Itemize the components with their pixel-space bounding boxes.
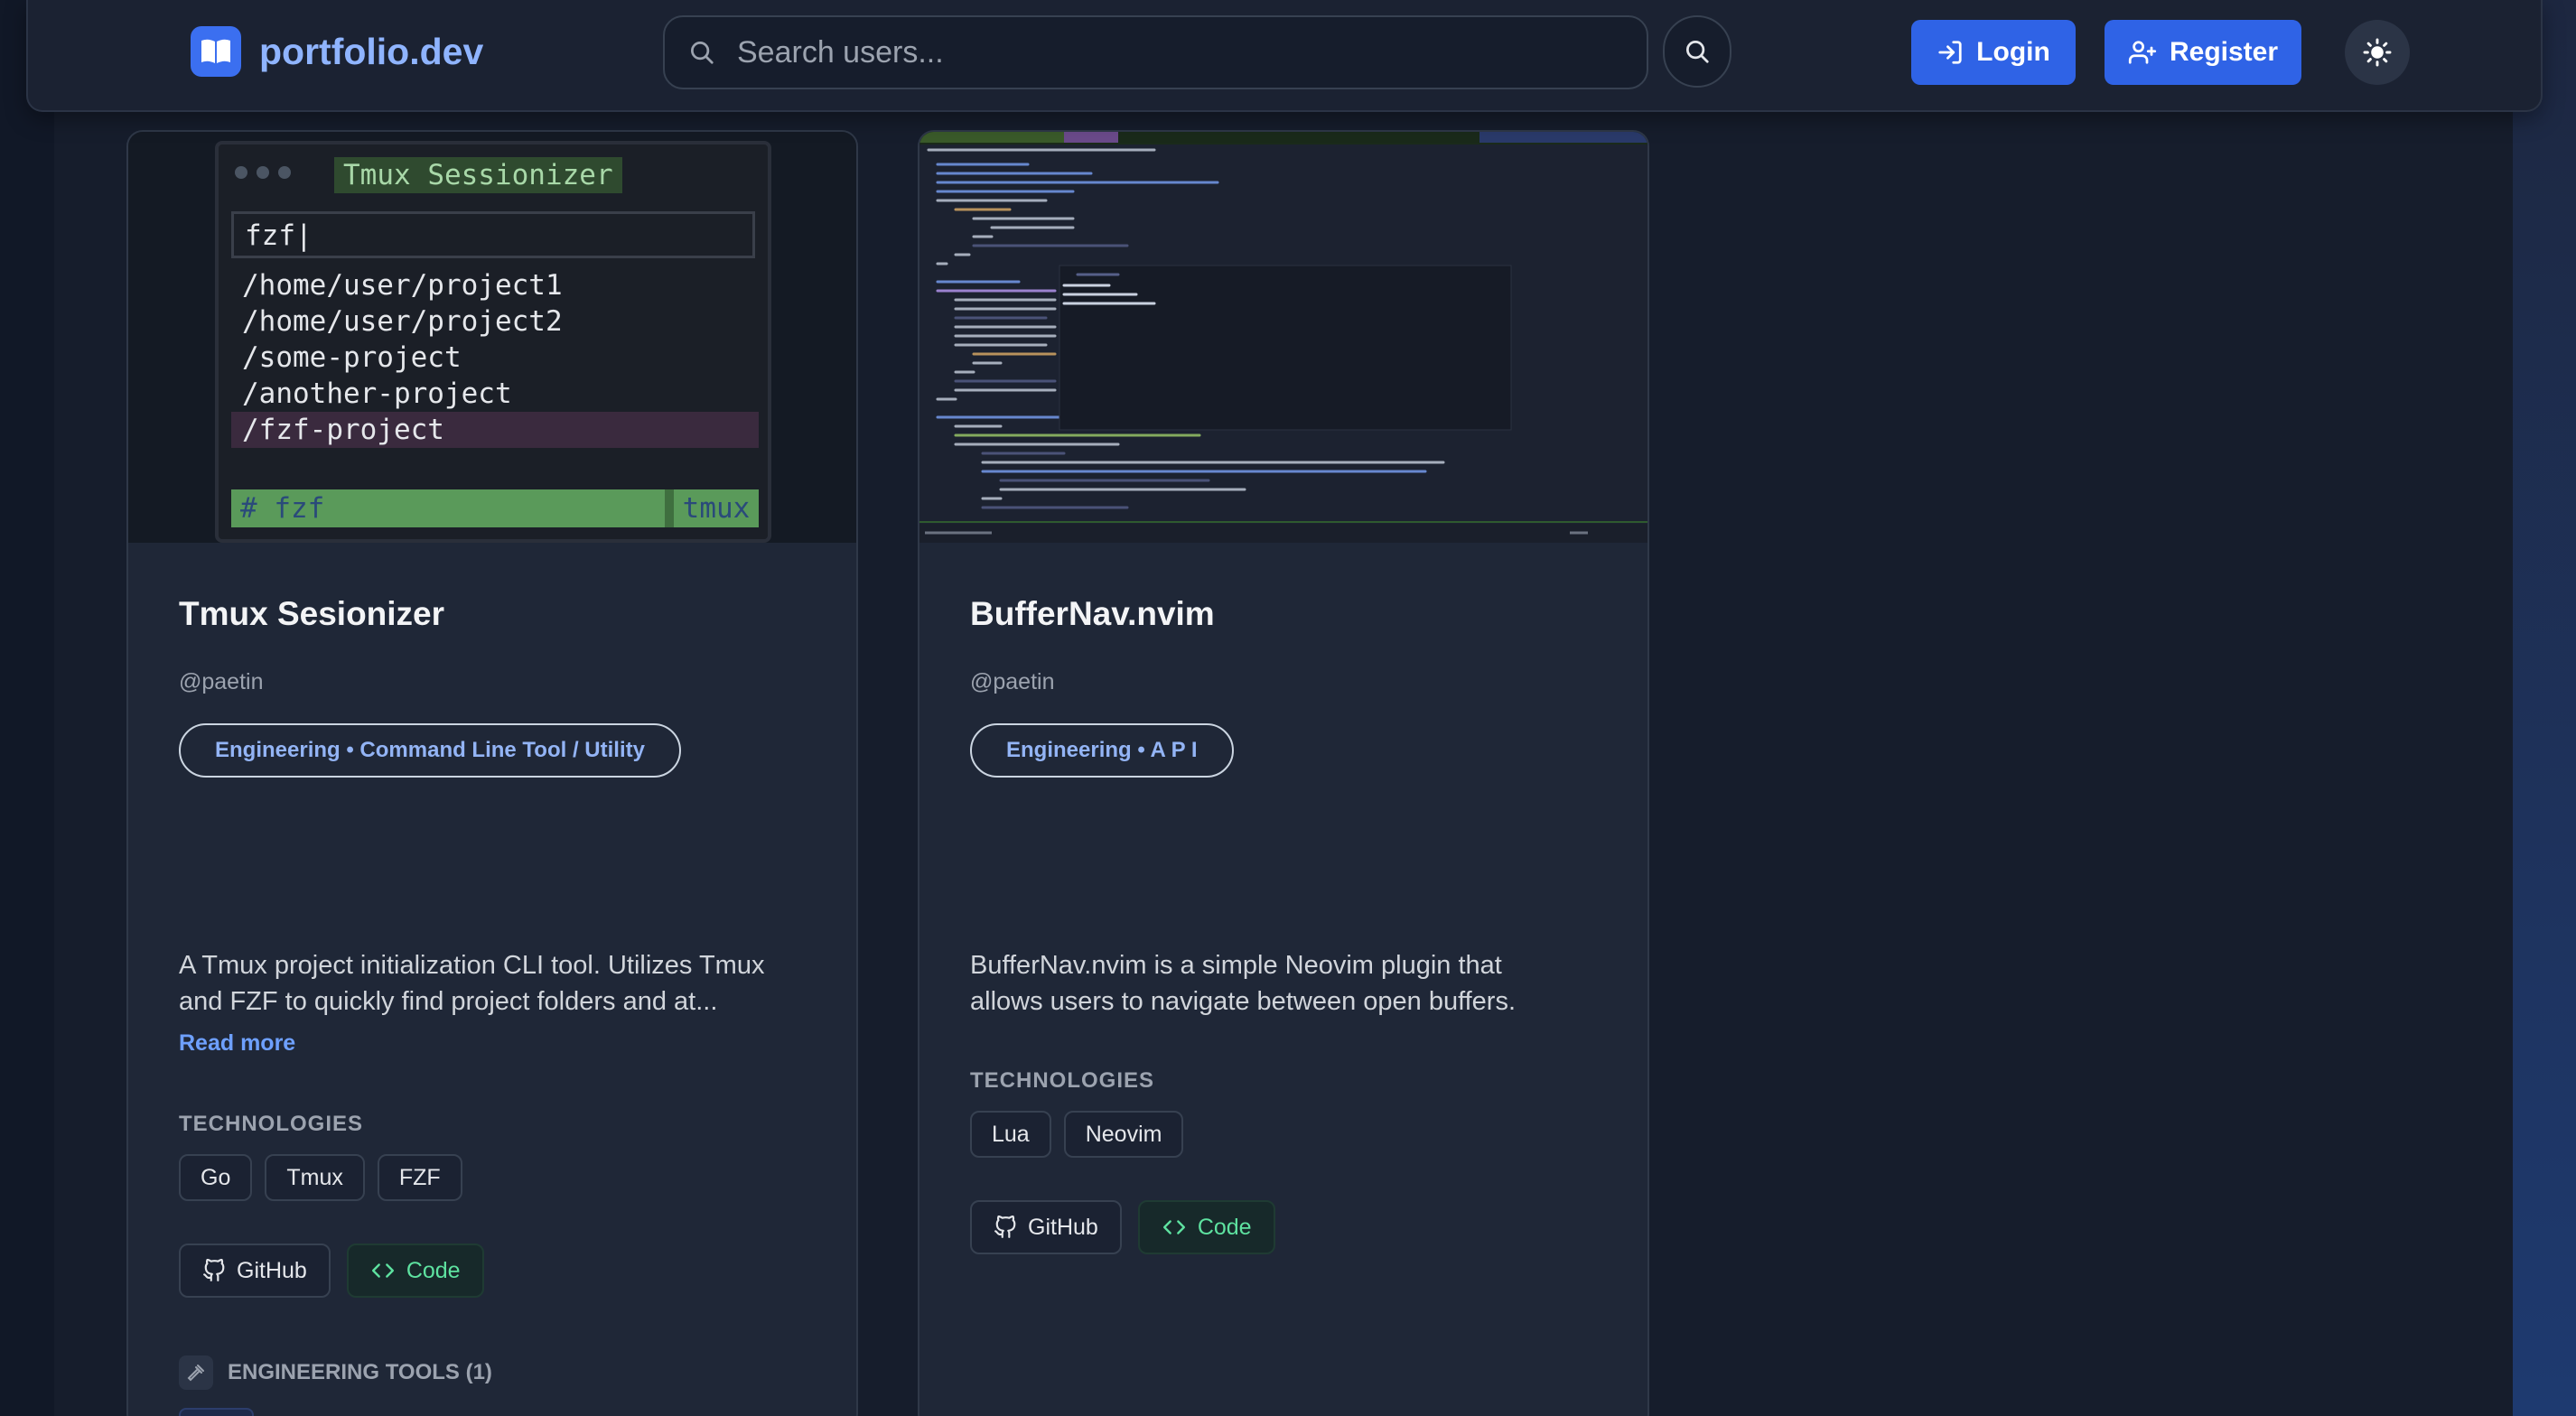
user-plus-icon xyxy=(2128,41,2157,64)
login-label: Login xyxy=(1976,37,2050,67)
technologies-heading: TECHNOLOGIES xyxy=(179,1112,364,1136)
search-icon xyxy=(1686,41,1709,63)
search-field[interactable] xyxy=(663,15,1648,89)
technologies-heading: TECHNOLOGIES xyxy=(970,1068,1155,1093)
sun-icon xyxy=(2363,38,2392,67)
code-label: Code xyxy=(1197,1214,1252,1240)
page-left-gutter xyxy=(0,0,54,1416)
code-icon xyxy=(1162,1220,1185,1234)
tech-chip: FZF xyxy=(377,1154,462,1201)
read-more-link[interactable]: Read more xyxy=(179,1030,295,1057)
fzf-result-item: /some-project xyxy=(242,341,462,374)
tech-chip: Go xyxy=(179,1154,253,1201)
window-dots xyxy=(235,166,291,179)
site-logo[interactable]: portfolio.dev xyxy=(191,25,483,78)
project-title[interactable]: BufferNav.nvim xyxy=(970,595,1215,633)
tool-chip[interactable]: Go xyxy=(179,1408,254,1416)
search-icon xyxy=(691,42,714,64)
fzf-results: /home/user/project1 /home/user/project2 … xyxy=(231,267,759,448)
category-badge: Engineering • A P I xyxy=(970,723,1234,778)
book-open-icon xyxy=(191,26,241,77)
tmux-status-bar: # fzf tmux xyxy=(231,489,759,527)
project-author[interactable]: @paetin xyxy=(179,669,264,695)
status-right: tmux xyxy=(665,489,759,527)
log-in-icon xyxy=(1938,41,1962,64)
fzf-result-item: /home/user/project1 xyxy=(242,269,563,302)
github-button[interactable]: GitHub xyxy=(179,1244,331,1298)
project-description: BufferNav.nvim is a simple Neovim plugin… xyxy=(970,951,1517,1016)
neovim-screenshot xyxy=(919,132,1647,543)
register-button[interactable]: Register xyxy=(2105,20,2301,85)
logo-text: portfolio.dev xyxy=(259,30,484,72)
search-input[interactable] xyxy=(737,34,1550,70)
project-thumbnail xyxy=(919,132,1647,543)
project-links: GitHub Code xyxy=(179,1244,484,1298)
technologies-list: Lua Neovim xyxy=(970,1111,1184,1158)
project-title[interactable]: Tmux Sesionizer xyxy=(179,595,444,633)
github-label: GitHub xyxy=(237,1257,307,1283)
tech-chip: Neovim xyxy=(1063,1111,1184,1158)
project-card-buffernav-nvim[interactable]: BufferNav.nvim @paetin Engineering • A P… xyxy=(918,130,1649,1416)
top-navbar: portfolio.dev Login Register xyxy=(26,0,2543,112)
code-label: Code xyxy=(406,1257,461,1283)
github-icon xyxy=(203,1259,225,1281)
technologies-list: Go Tmux FZF xyxy=(179,1154,462,1201)
github-button[interactable]: GitHub xyxy=(970,1200,1122,1254)
code-icon xyxy=(371,1263,394,1278)
login-button[interactable]: Login xyxy=(1911,20,2076,85)
fzf-result-item: /home/user/project2 xyxy=(242,305,563,338)
terminal-screenshot: Tmux Sessionizer fzf| /home/user/project… xyxy=(215,141,771,543)
project-links: GitHub Code xyxy=(970,1200,1275,1254)
category-badge: Engineering • Command Line Tool / Utilit… xyxy=(179,723,681,778)
terminal-title: Tmux Sessionizer xyxy=(334,157,622,193)
fzf-result-item: /another-project xyxy=(242,377,512,410)
project-description: A Tmux project initialization CLI tool. … xyxy=(179,951,765,1016)
github-label: GitHub xyxy=(1028,1214,1098,1240)
hammer-icon xyxy=(179,1355,213,1390)
code-button[interactable]: Code xyxy=(346,1244,484,1298)
status-left: # fzf xyxy=(231,489,665,527)
code-button[interactable]: Code xyxy=(1137,1200,1275,1254)
fzf-result-item-selected: /fzf-project xyxy=(231,412,759,448)
page-right-gutter xyxy=(2513,0,2576,1416)
register-label: Register xyxy=(2169,37,2279,67)
project-author[interactable]: @paetin xyxy=(970,669,1055,695)
theme-toggle-button[interactable] xyxy=(2345,20,2410,85)
search-button[interactable] xyxy=(1663,15,1731,88)
tech-chip: Tmux xyxy=(265,1154,365,1201)
project-thumbnail: Tmux Sessionizer fzf| /home/user/project… xyxy=(128,132,856,543)
fzf-input: fzf| xyxy=(231,211,755,258)
tech-chip: Lua xyxy=(970,1111,1051,1158)
code-lines-graphic xyxy=(919,132,1647,543)
engineering-tools-heading: ENGINEERING TOOLS (1) xyxy=(179,1355,492,1390)
github-icon xyxy=(994,1216,1016,1238)
project-card-tmux-sesionizer[interactable]: Tmux Sessionizer fzf| /home/user/project… xyxy=(126,130,858,1416)
